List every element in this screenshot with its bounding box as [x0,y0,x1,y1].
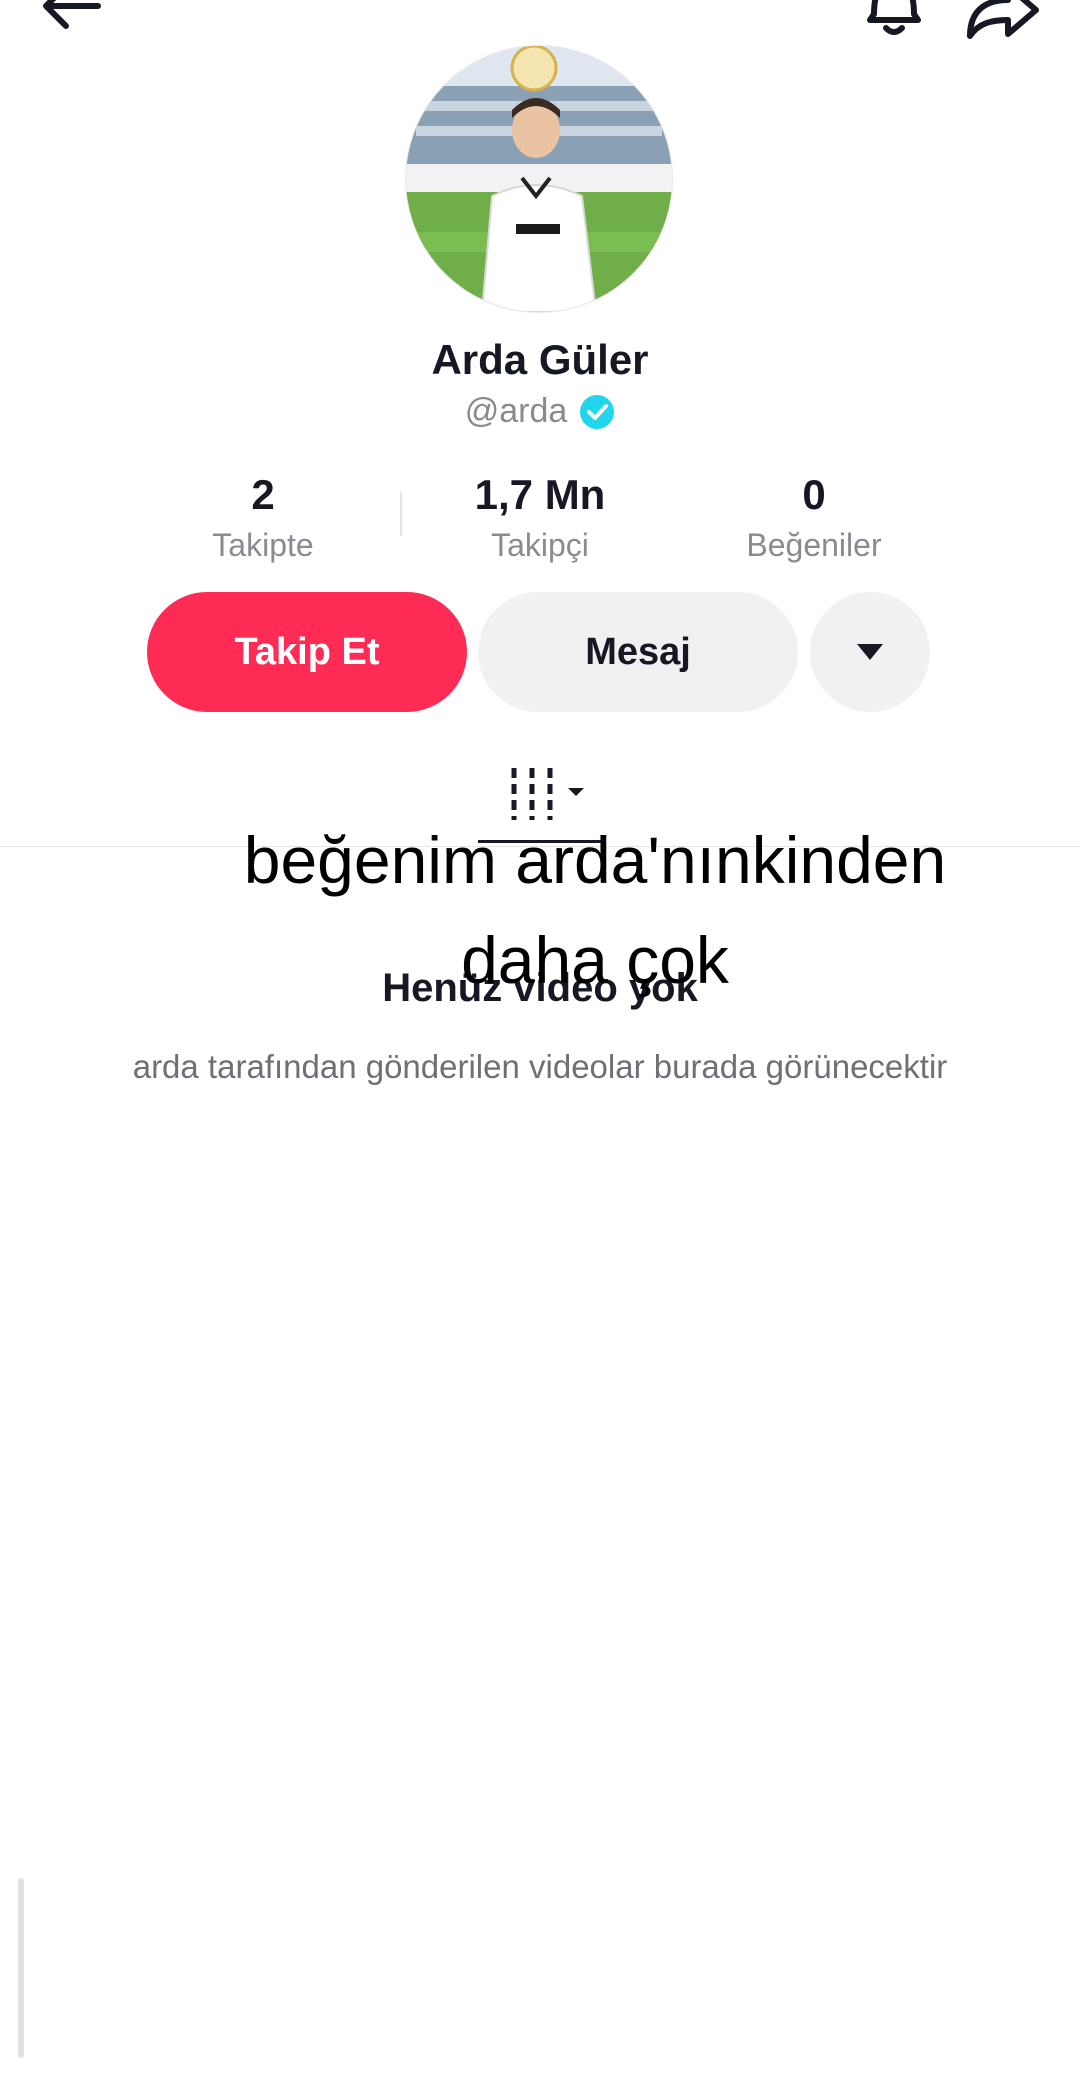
stat-following-label: Takipte [212,527,314,563]
share-button[interactable] [962,0,1042,44]
empty-state-description: arda tarafından gönderilen videolar bura… [132,1048,948,1085]
follow-button[interactable]: Takip Et [147,592,467,712]
verified-badge-icon [580,394,615,429]
share-icon [967,0,1039,39]
scrollbar[interactable] [18,1878,24,2058]
overlay-caption: beğenim arda'nınkinden daha çok [0,810,1080,1010]
overlay-caption-line2: daha çok [461,923,729,997]
stat-likes-label: Beğeniler [746,527,882,563]
profile-avatar[interactable] [406,46,672,312]
more-options-button[interactable] [810,592,930,712]
stat-followers-label: Takipçi [491,527,589,563]
arrow-left-icon [43,0,101,29]
stat-following-count: 2 [251,471,275,518]
stat-likes-count: 0 [802,471,826,518]
caret-down-icon [857,644,883,660]
bell-icon [867,0,921,35]
overlay-caption-line1: beğenim arda'nınkinden [243,823,947,897]
profile-handle: @arda [464,392,568,430]
message-button[interactable]: Mesaj [478,592,798,712]
avatar-photo [406,46,672,312]
stat-followers-count: 1,7 Mn [474,471,606,518]
stat-following[interactable]: 2 Takipte [113,468,413,568]
notification-bell-button[interactable] [858,0,930,44]
stat-likes[interactable]: 0 Beğeniler [664,468,964,568]
stat-followers[interactable]: 1,7 Mn Takipçi [390,468,690,568]
handle-row: @arda [0,392,1080,431]
profile-name: Arda Güler [431,336,649,383]
back-button[interactable] [36,0,108,34]
